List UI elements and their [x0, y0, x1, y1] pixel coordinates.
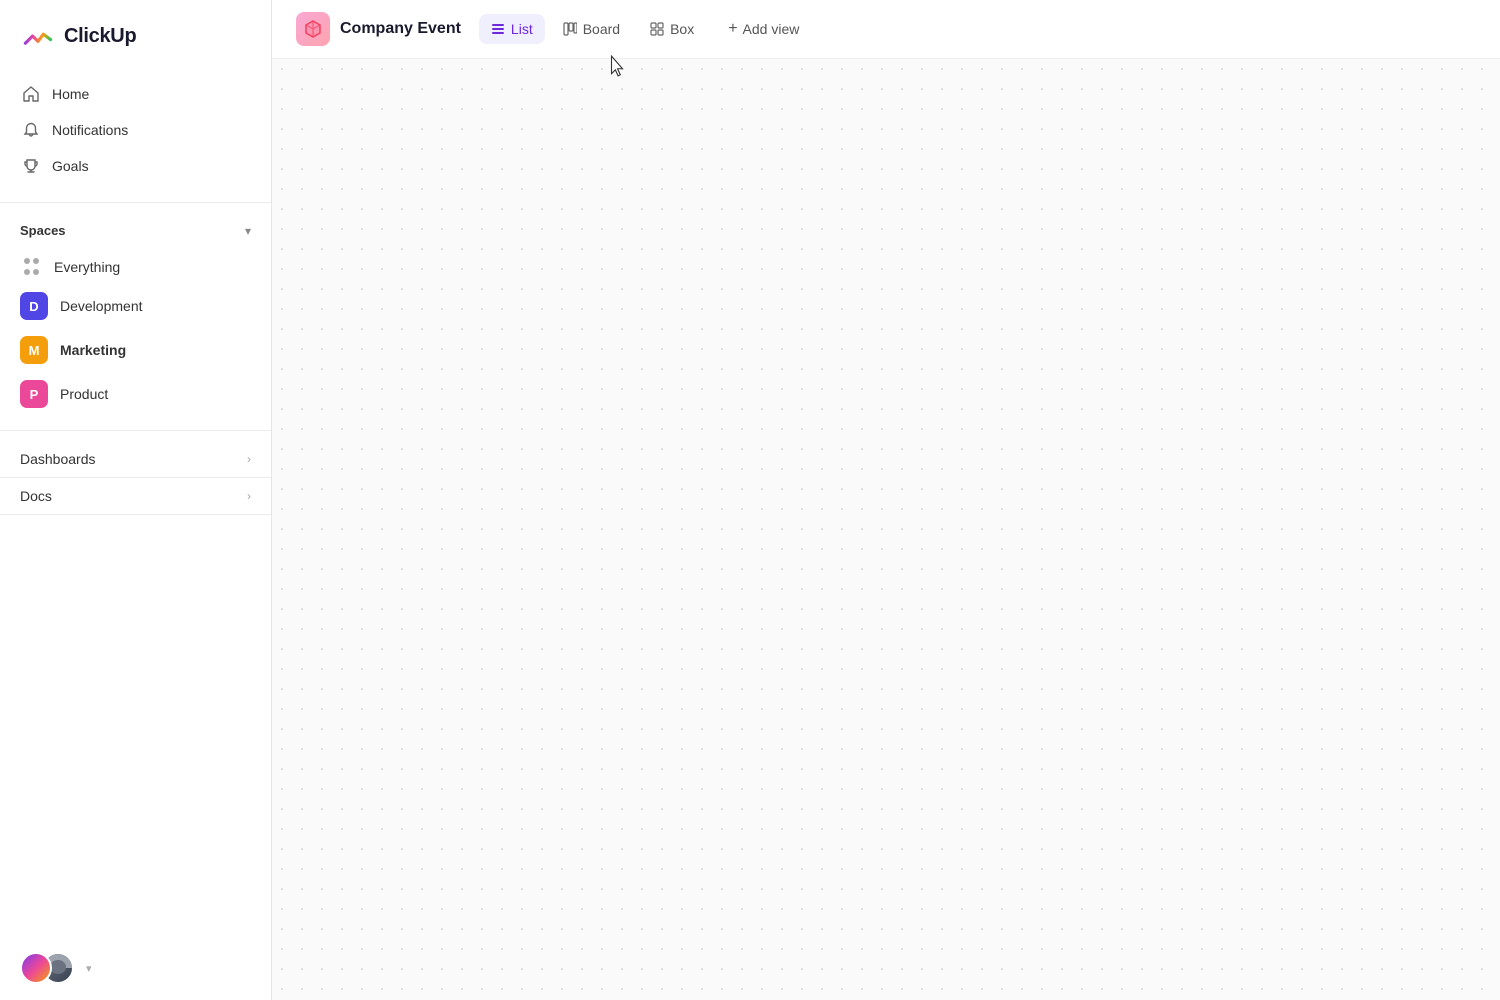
- sidebar-nav: Home Notifications Goals: [0, 68, 271, 192]
- docs-divider: [0, 514, 271, 515]
- board-icon: [563, 22, 577, 36]
- list-icon: [491, 22, 505, 36]
- add-icon: +: [728, 21, 737, 37]
- content-area: [272, 59, 1500, 1000]
- add-view-button[interactable]: + Add view: [716, 14, 811, 44]
- everything-label: Everything: [54, 259, 120, 275]
- logo-area[interactable]: ClickUp: [0, 0, 271, 68]
- user-area[interactable]: ▾: [0, 936, 271, 1000]
- product-badge: P: [20, 380, 48, 408]
- sidebar-item-home[interactable]: Home: [10, 76, 261, 112]
- trophy-icon: [22, 157, 40, 175]
- topbar: Company Event List Board: [272, 0, 1500, 59]
- spaces-chevron-icon: ▾: [245, 224, 251, 238]
- docs-chevron-icon: ›: [247, 489, 251, 503]
- product-initial: P: [30, 387, 39, 402]
- sidebar-item-notifications[interactable]: Notifications: [10, 112, 261, 148]
- bell-icon: [22, 121, 40, 139]
- spaces-divider: [0, 430, 271, 431]
- sidebar-item-docs[interactable]: Docs ›: [0, 478, 271, 514]
- sidebar-home-label: Home: [52, 86, 89, 102]
- tab-list-label: List: [511, 21, 533, 37]
- everything-dots-icon: [24, 258, 42, 276]
- product-label: Product: [60, 386, 108, 402]
- tab-board[interactable]: Board: [551, 14, 632, 44]
- dashboards-chevron-icon: ›: [247, 452, 251, 466]
- docs-label: Docs: [20, 488, 52, 504]
- project-title: Company Event: [340, 20, 461, 38]
- tab-board-label: Board: [583, 21, 620, 37]
- nav-divider: [0, 202, 271, 203]
- app-name: ClickUp: [64, 25, 136, 48]
- development-badge: D: [20, 292, 48, 320]
- sidebar-item-development[interactable]: D Development: [8, 284, 263, 328]
- sidebar-item-dashboards[interactable]: Dashboards ›: [0, 441, 271, 477]
- tab-box-label: Box: [670, 21, 694, 37]
- marketing-badge: M: [20, 336, 48, 364]
- project-icon: [296, 12, 330, 46]
- sidebar-item-goals[interactable]: Goals: [10, 148, 261, 184]
- tab-box[interactable]: Box: [638, 14, 706, 44]
- project-cube-icon: [303, 19, 323, 39]
- tab-list[interactable]: List: [479, 14, 545, 44]
- sidebar-item-everything[interactable]: Everything: [8, 250, 263, 284]
- user-chevron-icon: ▾: [86, 962, 92, 975]
- avatar-group: [20, 952, 74, 984]
- marketing-label: Marketing: [60, 342, 126, 358]
- development-initial: D: [29, 299, 38, 314]
- dashboards-label: Dashboards: [20, 451, 96, 467]
- add-view-label: Add view: [743, 21, 800, 37]
- spaces-title: Spaces: [20, 223, 66, 238]
- sidebar-item-product[interactable]: P Product: [8, 372, 263, 416]
- sidebar-item-marketing[interactable]: M Marketing: [8, 328, 263, 372]
- main-content: Company Event List Board: [272, 0, 1500, 1000]
- box-icon: [650, 22, 664, 36]
- sidebar-notifications-label: Notifications: [52, 122, 128, 138]
- clickup-logo-icon: [20, 18, 56, 54]
- home-icon: [22, 85, 40, 103]
- development-label: Development: [60, 298, 143, 314]
- sidebar-goals-label: Goals: [52, 158, 89, 174]
- sidebar: ClickUp Home Notifications: [0, 0, 272, 1000]
- spaces-header[interactable]: Spaces ▾: [0, 213, 271, 246]
- marketing-initial: M: [29, 343, 40, 358]
- spaces-list: Everything D Development M Marketing P P…: [0, 246, 271, 420]
- avatar-user1: [20, 952, 52, 984]
